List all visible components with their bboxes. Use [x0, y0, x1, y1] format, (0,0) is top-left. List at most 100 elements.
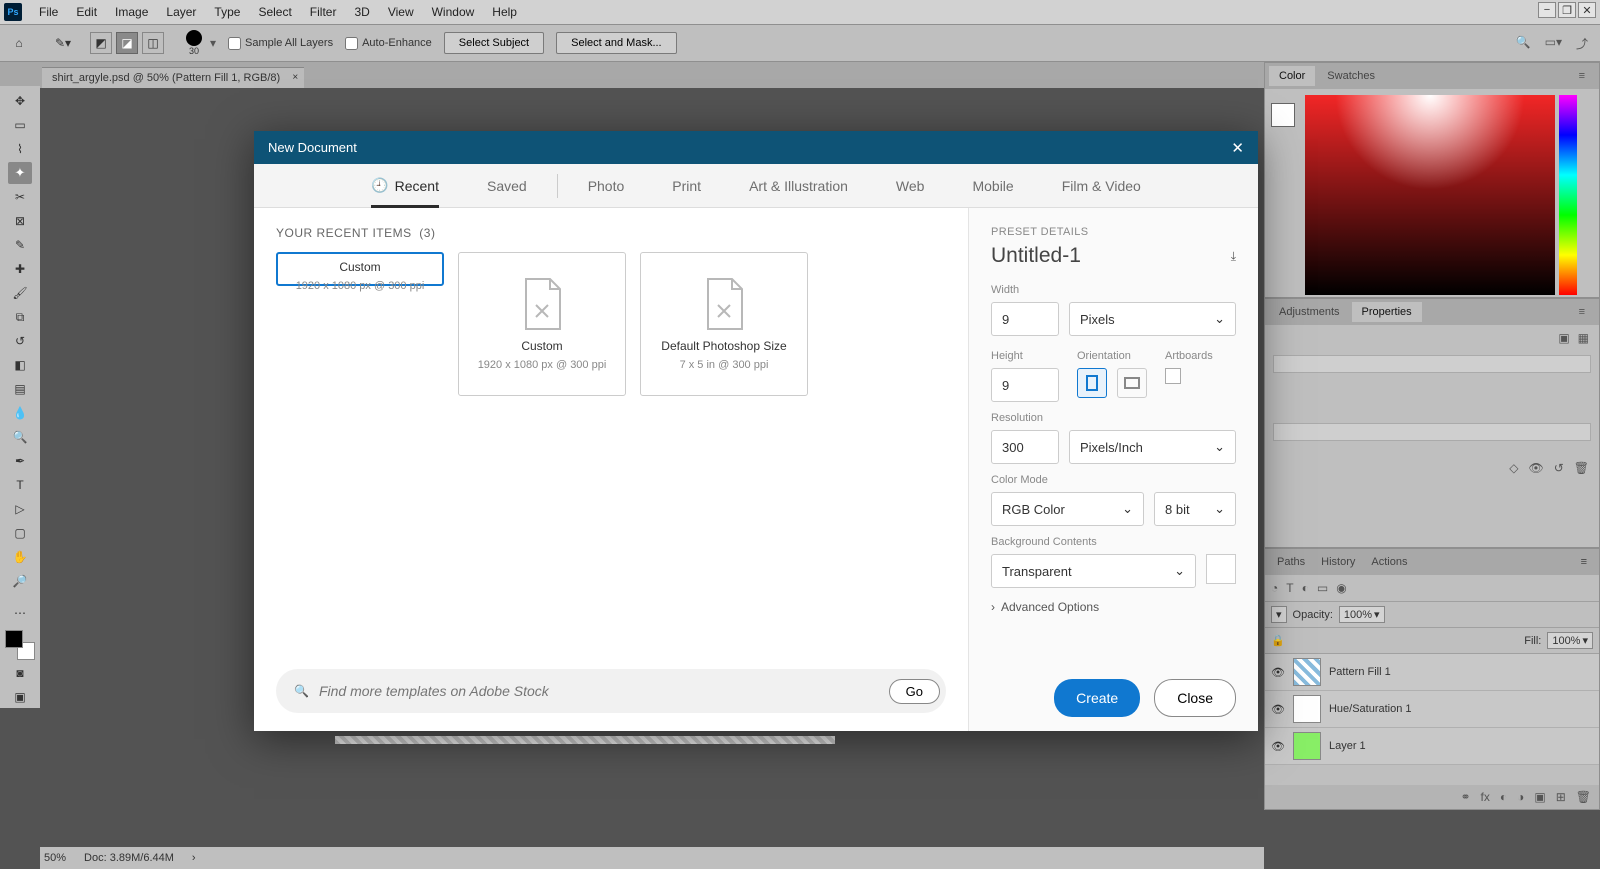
height-input[interactable] [991, 368, 1059, 402]
menu-3d[interactable]: 3D [345, 5, 378, 19]
home-icon[interactable]: ⌂ [8, 32, 30, 54]
save-preset-icon[interactable]: ⤓ [1231, 249, 1236, 264]
marquee-tool-icon[interactable]: ▭ [8, 114, 32, 136]
resolution-unit-select[interactable]: Pixels/Inch⌄ [1069, 430, 1236, 464]
orientation-portrait-button[interactable] [1077, 368, 1107, 398]
healing-brush-tool-icon[interactable]: ✚ [8, 258, 32, 280]
width-unit-select[interactable]: Pixels⌄ [1069, 302, 1236, 336]
eyedropper-tool-icon[interactable]: ✎ [8, 234, 32, 256]
delete-layer-icon[interactable]: 🗑 [1576, 790, 1591, 804]
auto-enhance-checkbox[interactable]: Auto-Enhance [345, 37, 432, 50]
color-depth-select[interactable]: 8 bit⌄ [1154, 492, 1236, 526]
pattern-preset-edit-icon[interactable]: ▦ [1578, 331, 1589, 345]
tab-color[interactable]: Color [1269, 66, 1315, 86]
layer-filter-smart-icon[interactable]: ◉ [1336, 581, 1346, 595]
layer-filter-text-icon[interactable]: T [1286, 581, 1293, 595]
delete-adj-icon[interactable]: 🗑 [1574, 461, 1589, 475]
rectangle-tool-icon[interactable]: ▢ [8, 522, 32, 544]
menu-edit[interactable]: Edit [67, 5, 106, 19]
tab-film[interactable]: Film & Video [1038, 164, 1165, 208]
orientation-landscape-button[interactable] [1117, 368, 1147, 398]
advanced-options-toggle[interactable]: › Advanced Options [991, 600, 1236, 614]
hand-tool-icon[interactable]: ✋ [8, 546, 32, 568]
menu-filter[interactable]: Filter [301, 5, 346, 19]
color-mode-select[interactable]: RGB Color⌄ [991, 492, 1144, 526]
new-layer-icon[interactable]: ⊞ [1556, 790, 1566, 804]
dodge-tool-icon[interactable]: 🔍 [8, 426, 32, 448]
tab-adjustments[interactable]: Adjustments [1269, 302, 1350, 322]
tab-mobile[interactable]: Mobile [948, 164, 1037, 208]
eraser-tool-icon[interactable]: ◧ [8, 354, 32, 376]
panel-menu-icon[interactable]: ≡ [1573, 552, 1595, 572]
resolution-input[interactable] [991, 430, 1059, 464]
select-and-mask-button[interactable]: Select and Mask... [556, 32, 677, 54]
path-selection-tool-icon[interactable]: ▷ [8, 498, 32, 520]
menu-type[interactable]: Type [205, 5, 249, 19]
clip-to-layer-icon[interactable]: ◇ [1509, 461, 1518, 475]
new-group-icon[interactable]: ▣ [1534, 790, 1545, 804]
chevron-down-icon[interactable]: ▾ [210, 36, 216, 50]
move-tool-icon[interactable]: ✥ [8, 90, 32, 112]
layer-row[interactable]: 👁 Layer 1 [1265, 728, 1599, 765]
tab-recent[interactable]: 🕘Recent [347, 164, 463, 208]
doc-info[interactable]: Doc: 3.89M/6.44M [84, 852, 174, 864]
edit-toolbar-icon[interactable]: ⋯ [8, 602, 32, 624]
layer-filter-shape-icon[interactable]: ▭ [1317, 581, 1328, 595]
screen-mode-icon[interactable]: ▣ [8, 686, 32, 708]
menu-file[interactable]: File [30, 5, 67, 19]
color-swatch-current[interactable] [1271, 103, 1295, 127]
pattern-preset-new-icon[interactable]: ▣ [1558, 331, 1569, 345]
window-restore-icon[interactable]: ❐ [1558, 2, 1576, 18]
property-slider-1[interactable] [1273, 355, 1591, 373]
crop-tool-icon[interactable]: ✂ [8, 186, 32, 208]
share-icon[interactable]: ⤴ [1576, 35, 1588, 52]
tab-web[interactable]: Web [872, 164, 949, 208]
opacity-input[interactable]: 100%▾ [1339, 606, 1385, 623]
lock-icon[interactable]: 🔒 [1271, 634, 1285, 647]
frame-tool-icon[interactable]: ⊠ [8, 210, 32, 232]
layer-mask-icon[interactable]: ◐ [1500, 790, 1507, 804]
brush-tool-icon[interactable]: 🖌 [8, 282, 32, 304]
tab-actions[interactable]: Actions [1363, 552, 1415, 572]
workspace-icon[interactable]: ▭▾ [1545, 35, 1562, 52]
layer-row[interactable]: 👁 Hue/Saturation 1 [1265, 691, 1599, 728]
window-minimize-icon[interactable]: − [1538, 2, 1556, 18]
go-button[interactable]: Go [889, 679, 940, 704]
pen-tool-icon[interactable]: ✒ [8, 450, 32, 472]
tab-paths[interactable]: Paths [1269, 552, 1313, 572]
create-button[interactable]: Create [1054, 679, 1140, 717]
preset-card[interactable]: Custom 1920 x 1080 px @ 300 ppi [458, 252, 626, 396]
type-tool-icon[interactable]: T [8, 474, 32, 496]
tab-history[interactable]: History [1313, 552, 1363, 572]
quick-select-add-icon[interactable]: ◪ [116, 32, 138, 54]
fill-input[interactable]: 100%▾ [1547, 632, 1593, 649]
lasso-tool-icon[interactable]: ⌇ [8, 138, 32, 160]
zoom-tool-icon[interactable]: 🔎 [8, 570, 32, 592]
preset-card[interactable]: Custom 1920 x 1080 px @ 300 ppi [276, 252, 444, 286]
tab-photo[interactable]: Photo [564, 164, 649, 208]
layer-filter-kind-icon[interactable]: ◔ [1271, 581, 1278, 595]
window-close-icon[interactable]: ✕ [1578, 2, 1596, 18]
zoom-level[interactable]: 50% [44, 852, 66, 864]
hue-slider[interactable] [1559, 95, 1577, 295]
brush-preview-icon[interactable] [186, 30, 202, 46]
layer-filter-adj-icon[interactable]: ◐ [1302, 581, 1309, 595]
foreground-background-colors[interactable] [5, 630, 35, 660]
blend-mode-select[interactable]: ▾ [1271, 606, 1287, 623]
menu-view[interactable]: View [379, 5, 423, 19]
gradient-tool-icon[interactable]: ▤ [8, 378, 32, 400]
quick-mask-icon[interactable]: ◙ [8, 662, 32, 684]
visibility-icon[interactable]: 👁 [1271, 666, 1285, 679]
menu-window[interactable]: Window [423, 5, 484, 19]
document-tab[interactable]: shirt_argyle.psd @ 50% (Pattern Fill 1, … [42, 67, 304, 88]
tab-swatches[interactable]: Swatches [1317, 66, 1385, 86]
visibility-icon[interactable]: 👁 [1271, 740, 1285, 753]
toggle-visibility-icon[interactable]: 👁 [1528, 461, 1543, 475]
blur-tool-icon[interactable]: 💧 [8, 402, 32, 424]
search-icon[interactable]: 🔍 [1516, 35, 1531, 52]
history-brush-tool-icon[interactable]: ↺ [8, 330, 32, 352]
select-subject-button[interactable]: Select Subject [444, 32, 544, 54]
panel-menu-icon[interactable]: ≡ [1569, 302, 1595, 322]
panel-menu-icon[interactable]: ≡ [1569, 66, 1595, 86]
document-name-input[interactable]: Untitled-1 [991, 244, 1231, 268]
